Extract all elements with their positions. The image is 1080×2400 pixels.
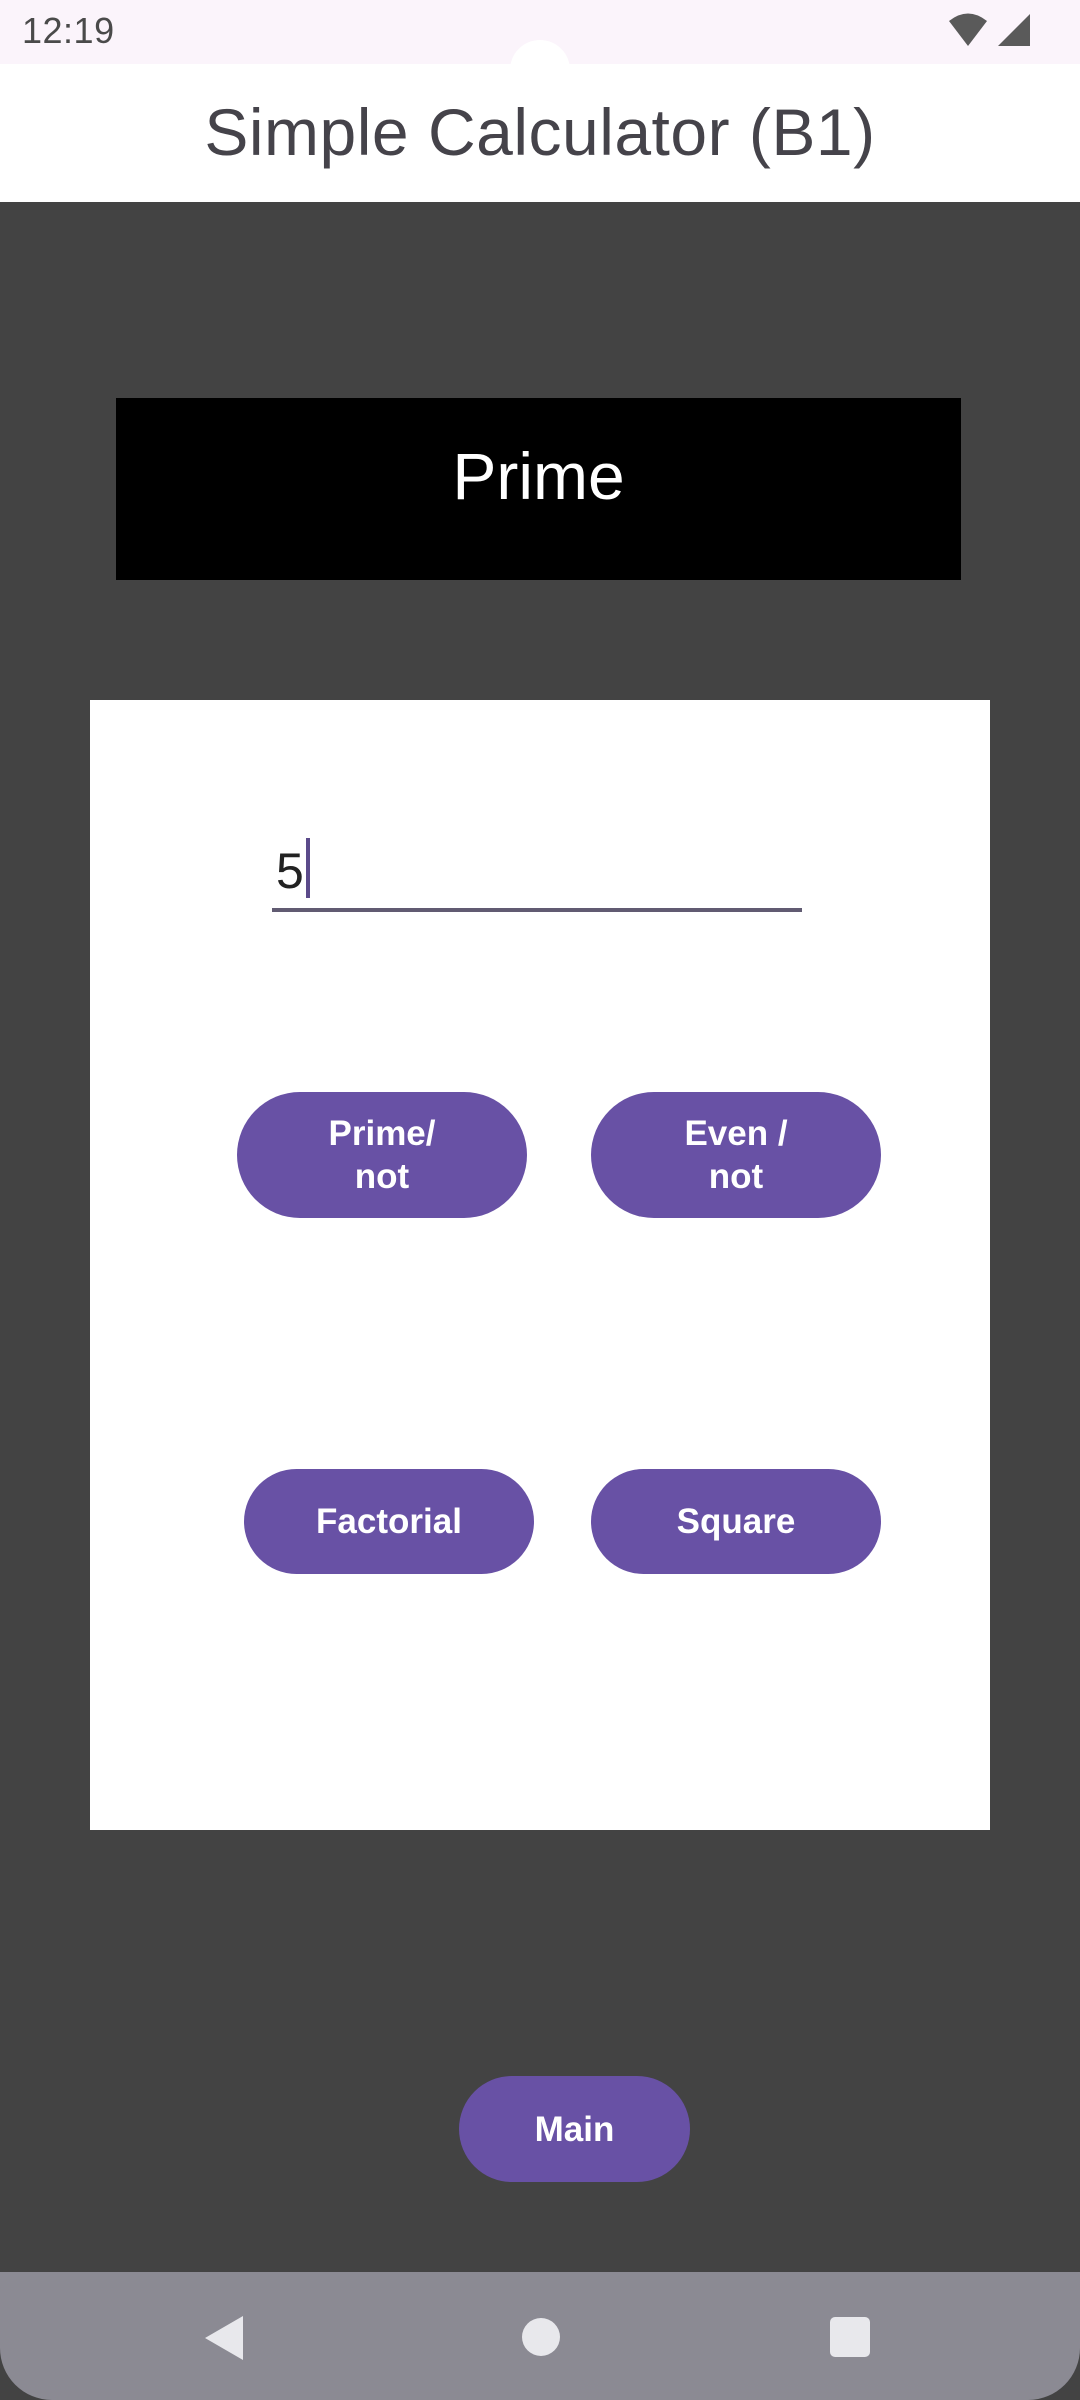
status-time: 12:19 — [22, 10, 115, 51]
square-button[interactable]: Square — [591, 1469, 881, 1574]
status-bar: 12:19 — [0, 0, 1080, 70]
recents-icon[interactable] — [830, 2317, 870, 2357]
back-icon[interactable] — [205, 2316, 243, 2360]
navigation-bar — [0, 2272, 1080, 2400]
status-icons — [948, 12, 1032, 48]
app-screen: 12:19 Simple Calculator (B1) Prime 5 Pri… — [0, 0, 1080, 2400]
text-caret — [306, 838, 310, 898]
main-button[interactable]: Main — [459, 2076, 690, 2182]
calculator-card: 5 Prime/ not Even / not Factorial Square — [90, 700, 990, 1830]
app-title: Simple Calculator (B1) — [204, 95, 876, 169]
number-input[interactable]: 5 — [272, 830, 802, 912]
even-or-not-button[interactable]: Even / not — [591, 1092, 881, 1218]
home-icon[interactable] — [522, 2318, 560, 2356]
signal-icon — [998, 14, 1030, 46]
wifi-icon — [949, 13, 987, 46]
mode-header: Prime — [116, 398, 961, 580]
number-input-value[interactable]: 5 — [276, 842, 304, 900]
mode-header-text: Prime — [452, 439, 625, 513]
prime-or-not-button[interactable]: Prime/ not — [237, 1092, 527, 1218]
app-bar: Simple Calculator (B1) — [0, 64, 1080, 202]
factorial-button[interactable]: Factorial — [244, 1469, 534, 1574]
